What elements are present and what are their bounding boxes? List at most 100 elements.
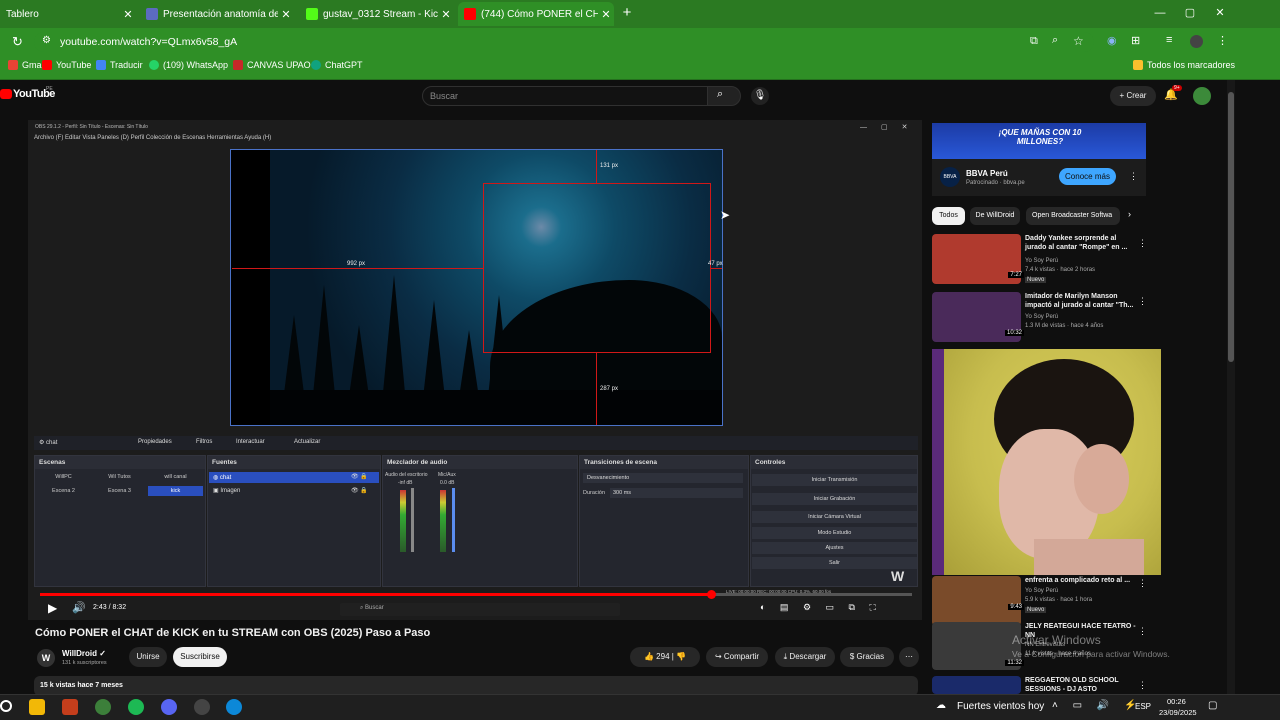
minimize-button[interactable]: — xyxy=(1150,4,1170,22)
scene-item[interactable]: Wil Tutos xyxy=(92,472,147,482)
thanks-button[interactable]: $ Gracias xyxy=(840,647,894,667)
scene-item[interactable]: WillPC xyxy=(36,472,91,482)
volume-slider[interactable] xyxy=(411,488,414,552)
chevron-right-icon[interactable]: › xyxy=(1128,209,1131,219)
eye-icon[interactable]: 👁 🔒 xyxy=(351,487,368,494)
share-button[interactable]: ↪ Compartir xyxy=(706,647,768,667)
scene-item[interactable]: will canal xyxy=(148,472,203,482)
puzzle-icon[interactable]: ⊞ xyxy=(1131,34,1140,47)
close-icon[interactable]: ✕ xyxy=(120,8,136,21)
profile-avatar[interactable] xyxy=(1190,35,1203,48)
notifications-icon[interactable]: ▢ xyxy=(1208,700,1217,711)
cast-icon[interactable]: ⧉ xyxy=(1030,35,1038,48)
scene-item[interactable]: Escena 3 xyxy=(92,486,147,496)
rec-menu-icon[interactable]: ⋮ xyxy=(1138,296,1147,307)
search-button[interactable] xyxy=(707,86,741,106)
extension-icon[interactable]: ◉ xyxy=(1107,34,1117,47)
filters-button[interactable]: Filtros xyxy=(196,439,212,445)
like-dislike-group[interactable]: 👍 294 | 👎 xyxy=(630,647,700,667)
bookmark-youtube[interactable]: YouTube xyxy=(42,60,91,70)
bookmark-gmail[interactable]: Gmail xyxy=(8,60,46,70)
ad-cta-button[interactable]: Conoce más xyxy=(1059,168,1116,185)
tray-icons[interactable]: ˄ ▭ 🔊 ⚡ xyxy=(1052,700,1143,711)
transition-select[interactable]: Desvanecimiento xyxy=(583,473,743,483)
close-icon[interactable]: ✕ xyxy=(598,8,614,21)
start-icon[interactable] xyxy=(0,700,12,712)
start-recording-button[interactable]: Iniciar Grabación xyxy=(752,493,917,505)
youtube-logo-icon[interactable] xyxy=(0,89,12,99)
channel-avatar[interactable]: W xyxy=(37,649,55,667)
reload-icon[interactable]: ↻ xyxy=(12,34,23,50)
refresh-button[interactable]: Actualizar xyxy=(294,439,320,445)
bookmark-canvas[interactable]: CANVAS UPAO xyxy=(233,60,311,70)
chrome-icon[interactable] xyxy=(95,699,111,715)
properties-button[interactable]: Propiedades xyxy=(138,439,172,445)
studio-mode-button[interactable]: Modo Estudio xyxy=(752,527,917,539)
chip-all[interactable]: Todos xyxy=(932,207,965,225)
tab-tablero[interactable]: Tablero ✕ xyxy=(0,2,136,26)
chip-obs[interactable]: Open Broadcaster Softwa xyxy=(1026,207,1120,225)
bookmark-whatsapp[interactable]: (109) WhatsApp xyxy=(149,60,228,70)
rec-menu-icon[interactable]: ⋮ xyxy=(1138,578,1147,589)
menu-icon[interactable]: ⋮ xyxy=(1217,34,1228,47)
player-right-controls[interactable]: ◐ ▤ ⚙ ▭ ⧉ ⛶ xyxy=(760,602,882,613)
tab-youtube-active[interactable]: (744) Cómo PONER el CHAT de ✕ xyxy=(458,2,614,26)
subscribe-button[interactable]: Suscribirse xyxy=(173,647,227,667)
rec-menu-icon[interactable]: ⋮ xyxy=(1138,626,1147,637)
play-icon[interactable]: ▶ xyxy=(48,601,57,615)
tab-kick[interactable]: gustav_0312 Stream - Kick Das ✕ xyxy=(300,2,454,26)
edge-icon[interactable] xyxy=(226,699,242,715)
description-box[interactable] xyxy=(34,676,918,696)
search-input[interactable] xyxy=(422,86,708,106)
start-streaming-button[interactable]: Iniciar Transmisión xyxy=(752,474,917,486)
rec-menu-icon[interactable]: ⋮ xyxy=(1138,238,1147,249)
create-button[interactable]: + Crear xyxy=(1110,86,1156,106)
avatar[interactable] xyxy=(1193,87,1211,105)
weather-icon[interactable]: ☁ xyxy=(936,700,946,711)
close-icon[interactable]: ✕ xyxy=(438,8,454,21)
eye-icon[interactable]: 👁 🔒 xyxy=(351,473,368,480)
clock-time[interactable]: 00:26 xyxy=(1167,697,1186,706)
mic-icon[interactable]: 🎙 xyxy=(751,87,769,105)
close-window-button[interactable]: ✕ xyxy=(1210,4,1230,22)
spotify-icon[interactable] xyxy=(128,699,144,715)
tab-presentacion[interactable]: Presentación anatomía del cue ✕ xyxy=(140,2,294,26)
discord-icon[interactable] xyxy=(161,699,177,715)
source-row-imagen[interactable]: ▣ Imagen xyxy=(213,487,240,494)
bookmark-star-icon[interactable]: ☆ xyxy=(1073,34,1084,48)
scrollbar-thumb[interactable] xyxy=(1228,92,1234,362)
video-thumbnail[interactable] xyxy=(932,576,1021,626)
download-button[interactable]: ⤓ Descargar xyxy=(775,647,835,667)
bookmark-traducir[interactable]: Traducir xyxy=(96,60,143,70)
weather-text[interactable]: Fuertes vientos hoy xyxy=(957,701,1044,712)
scene-item[interactable]: Escena 2 xyxy=(36,486,91,496)
close-icon[interactable]: ✕ xyxy=(278,8,294,21)
all-bookmarks[interactable]: Todos los marcadores xyxy=(1133,60,1235,70)
url-text[interactable]: youtube.com/watch?v=QLmx6v58_gA xyxy=(60,36,237,48)
tab-search-icon[interactable]: ≡ xyxy=(1166,34,1172,46)
ad-menu-icon[interactable]: ⋮ xyxy=(1129,171,1138,182)
scene-item-active[interactable]: kick xyxy=(148,486,203,496)
virtual-camera-button[interactable]: Iniciar Cámara Virtual xyxy=(752,511,917,523)
rec-menu-icon[interactable]: ⋮ xyxy=(1138,680,1147,691)
video-thumbnail[interactable] xyxy=(932,676,1021,694)
new-tab-button[interactable]: + xyxy=(618,4,636,22)
join-button[interactable]: Unirse xyxy=(129,647,167,667)
more-button[interactable]: ⋯ xyxy=(899,647,919,667)
powerpoint-icon[interactable] xyxy=(62,699,78,715)
zoom-icon[interactable]: ⌕ xyxy=(1052,34,1058,47)
obs-icon[interactable] xyxy=(194,699,210,715)
duration-input[interactable]: 300 ms xyxy=(610,488,743,498)
maximize-button[interactable]: ▢ xyxy=(1180,4,1200,22)
interact-button[interactable]: Interactuar xyxy=(236,439,265,445)
settings-button[interactable]: Ajustes xyxy=(752,542,917,554)
file-explorer-icon[interactable] xyxy=(29,699,45,715)
bookmark-chatgpt[interactable]: ChatGPT xyxy=(311,60,363,70)
volume-icon[interactable]: 🔊 xyxy=(72,601,86,614)
chat-source-bounds[interactable] xyxy=(483,183,711,353)
channel-name-row[interactable]: WillDroid ✓ xyxy=(62,649,106,658)
language-indicator[interactable]: ESP xyxy=(1135,702,1151,711)
clock-date[interactable]: 23/09/2025 xyxy=(1159,708,1197,717)
volume-slider[interactable] xyxy=(452,488,455,552)
chip-channel[interactable]: De WillDroid xyxy=(970,207,1020,225)
